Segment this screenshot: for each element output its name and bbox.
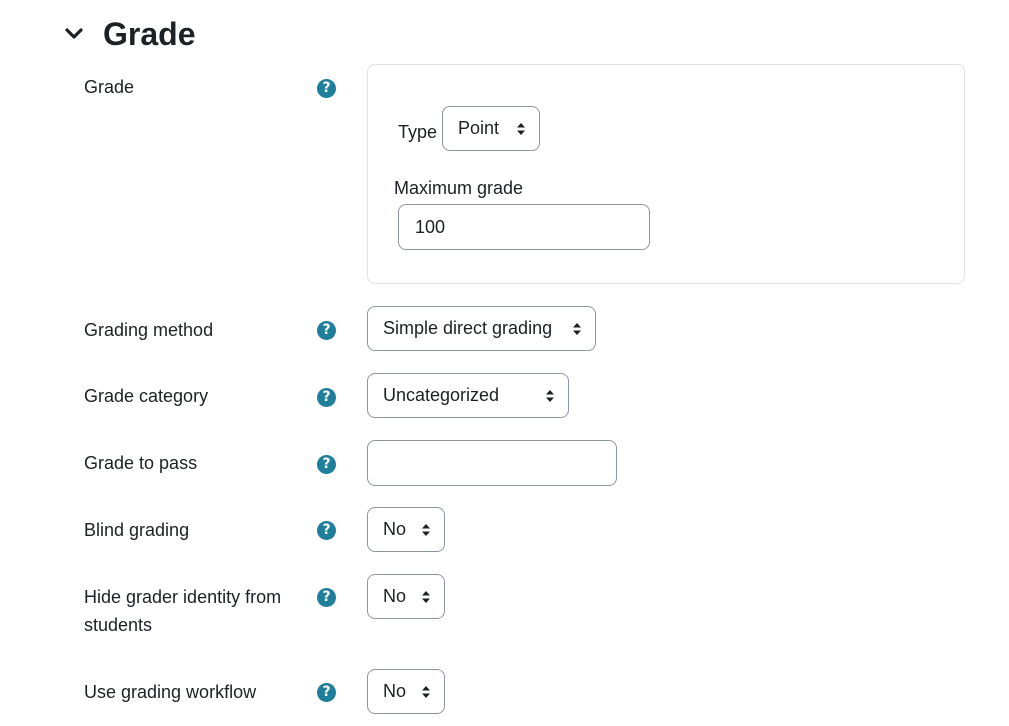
grading-workflow-label: Use grading workflow: [84, 682, 257, 702]
grading-method-select[interactable]: Simple direct grading: [367, 306, 596, 351]
hide-grader-identity-value: No: [383, 586, 407, 606]
sort-arrows-icon: [517, 122, 525, 135]
section-title: Grade: [103, 16, 196, 52]
question-circle-icon[interactable]: ?: [317, 388, 336, 407]
chevron-down-icon[interactable]: [62, 22, 86, 46]
grade-type-value: Point: [458, 118, 500, 138]
hide-grader-identity-label: Hide grader identity from students: [84, 587, 282, 635]
grade-type-label: Type: [398, 122, 438, 142]
blind-grading-select[interactable]: No: [367, 507, 445, 552]
grade-to-pass-input[interactable]: [367, 440, 617, 486]
grading-method-value: Simple direct grading: [383, 318, 553, 338]
sort-arrows-icon: [422, 523, 430, 536]
grade-type-select[interactable]: Point: [442, 106, 540, 151]
question-circle-icon[interactable]: ?: [317, 321, 336, 340]
question-circle-icon[interactable]: ?: [317, 588, 336, 607]
section-header-grade: Grade: [62, 14, 195, 54]
sort-arrows-icon: [546, 389, 554, 402]
question-circle-icon[interactable]: ?: [317, 521, 336, 540]
blind-grading-value: No: [383, 519, 407, 539]
maximum-grade-input[interactable]: [398, 204, 650, 250]
sort-arrows-icon: [422, 685, 430, 698]
question-circle-icon[interactable]: ?: [317, 455, 336, 474]
grade-category-value: Uncategorized: [383, 385, 500, 405]
sort-arrows-icon: [573, 322, 581, 335]
question-circle-icon[interactable]: ?: [317, 79, 336, 98]
grade-category-label: Grade category: [84, 386, 209, 406]
maximum-grade-label: Maximum grade: [394, 178, 524, 198]
grading-workflow-value: No: [383, 681, 407, 701]
blind-grading-label: Blind grading: [84, 520, 190, 540]
grade-category-select[interactable]: Uncategorized: [367, 373, 569, 418]
grade-label: Grade: [84, 77, 135, 97]
question-circle-icon[interactable]: ?: [317, 683, 336, 702]
grade-fieldset: Type Point Maximum grade: [367, 64, 965, 284]
hide-grader-identity-select[interactable]: No: [367, 574, 445, 619]
sort-arrows-icon: [422, 590, 430, 603]
grading-method-label: Grading method: [84, 320, 214, 340]
grade-to-pass-label: Grade to pass: [84, 453, 198, 473]
grading-workflow-select[interactable]: No: [367, 669, 445, 714]
